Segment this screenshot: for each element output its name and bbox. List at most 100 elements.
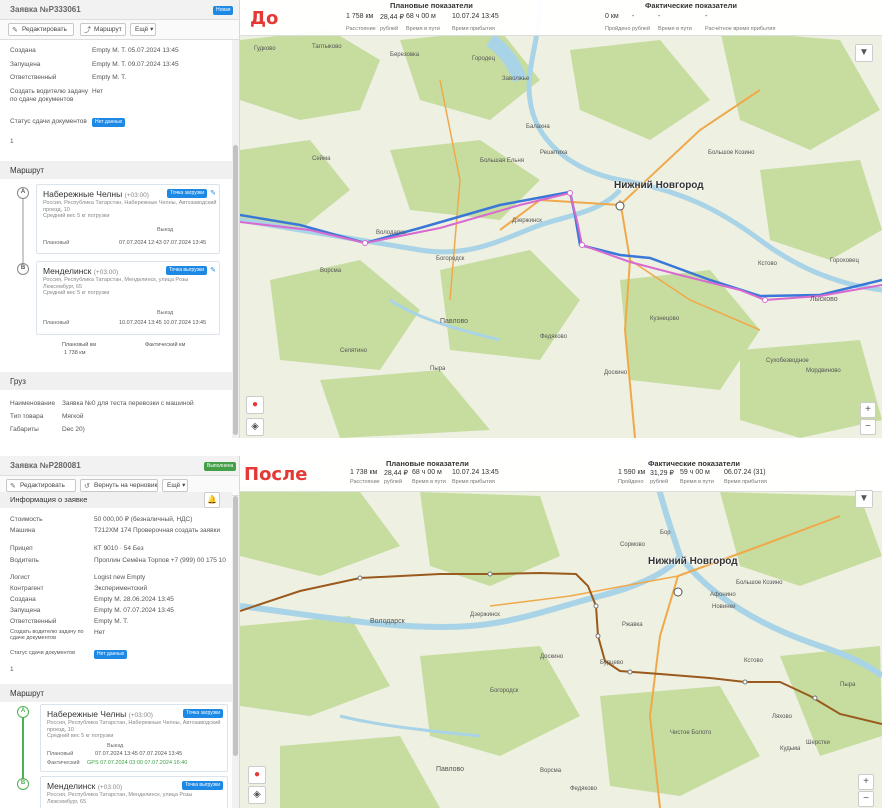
- stop-city: Набережные Челны: [43, 189, 123, 199]
- before-panel: Заявка №Р333061 Новая ✎ Редактировать ⤴ Ма…: [0, 0, 882, 438]
- cargo-section-title: Груз: [0, 372, 232, 390]
- fact-arrival-label: Время прибытия: [724, 479, 767, 485]
- edit-button[interactable]: ✎ Редактировать: [8, 23, 74, 36]
- fact-arrival: 06.07.24 (31): [724, 469, 766, 476]
- stop-city: Менделинск: [47, 781, 96, 791]
- before-sidebar: Заявка №Р333061 Новая ✎ Редактировать ⤴ Ма…: [0, 0, 240, 438]
- alert-icon[interactable]: ●: [248, 766, 266, 784]
- return-to-draft-button[interactable]: ↺ Вернуть на черновик: [80, 479, 158, 492]
- map-town-label: Сухобезводное: [766, 358, 809, 364]
- stop-address: Россия, Республика Татарстан, Набережные…: [43, 200, 217, 219]
- stop-card-b[interactable]: Менделинск (+03:00) Точка выгрузки Росси…: [40, 776, 228, 808]
- map-town-label: Федяково: [540, 334, 568, 340]
- row-label: Плановый: [47, 751, 74, 757]
- plan-stats-title: Плановые показатели: [386, 459, 469, 468]
- map-town-label: Богородск: [490, 688, 519, 694]
- stop-address: Россия, Республика Татарстан, Менделинск…: [43, 277, 189, 296]
- map-city-label: Нижний Новгород: [648, 556, 738, 567]
- stop-card-a[interactable]: Набережные Челны (+03:00) Точка загрузки…: [40, 704, 228, 772]
- map-town-label: Большая Ельня: [480, 158, 525, 164]
- edit-button[interactable]: ✎ Редактировать: [6, 479, 76, 492]
- route-rail: [22, 714, 24, 782]
- plan-distance-label: Расстояние: [350, 479, 380, 485]
- map-town-label: Дзержинск: [512, 218, 542, 224]
- map-town-label: Большое Козино: [736, 580, 783, 586]
- route-rail: [22, 196, 24, 268]
- plan-duration-label: Время в пути: [406, 26, 440, 32]
- fact-distance-label: Пройдено: [605, 26, 631, 32]
- more-button[interactable]: Ещё ▾: [130, 23, 156, 36]
- map-town-label: Доскино: [604, 370, 628, 376]
- map-town-label: Дзержинск: [470, 612, 500, 618]
- layers-icon[interactable]: ◈: [246, 418, 264, 436]
- alert-icon[interactable]: ●: [246, 396, 264, 414]
- zoom-out-button[interactable]: −: [858, 791, 874, 807]
- loading-point-badge: Точка загрузки: [167, 189, 207, 198]
- route-button[interactable]: ⤴ Маршрут: [80, 23, 126, 36]
- map-town-label: Павлово: [436, 766, 465, 773]
- fact-cost: 31,29 ₽: [650, 470, 674, 477]
- fact-stats-title: Фактические показатели: [645, 1, 737, 10]
- toolbar: ✎ Редактировать ⤴ Маршрут Ещё ▾: [0, 20, 239, 40]
- map-town-label: Сормово: [620, 542, 645, 548]
- fact-distance-label: Пройдено: [618, 479, 644, 485]
- sidebar-scrollbar[interactable]: [232, 0, 239, 438]
- map-town-label: Мордвиново: [806, 368, 841, 374]
- route-section-title: Маршрут: [0, 161, 232, 179]
- stop-card-a[interactable]: Набережные Челны (+03:00) Точка загрузки…: [36, 184, 220, 254]
- map-town-label: Гудково: [254, 46, 276, 52]
- fact-arrival: -: [705, 13, 708, 20]
- sidebar-scrollbar[interactable]: [232, 456, 239, 808]
- stop-address: Россия, Республика Татарстан, Менделинск…: [47, 792, 193, 805]
- after-label: После: [244, 464, 308, 485]
- route-section-title: Маршрут: [0, 684, 232, 702]
- col-head: Выезд: [107, 743, 124, 749]
- plan-km-head: Плановый км: [62, 342, 96, 348]
- plan-arrival: 10.07.24 13:45: [452, 13, 499, 20]
- stats-bar: Плановые показатели Фактические показате…: [240, 0, 882, 36]
- info-section-title: Информация о заявке: [0, 492, 232, 508]
- edit-stop-icon[interactable]: ✎: [210, 266, 216, 274]
- stop-card-b[interactable]: Менделинск (+03:00) Точка выгрузки ✎ Рос…: [36, 261, 220, 335]
- map-town-label: Шерстки: [806, 740, 830, 746]
- row-label: Плановый: [43, 240, 70, 246]
- fact-cost-label: рублей: [632, 26, 651, 32]
- plan-distance: 1 738 км: [350, 469, 378, 476]
- filter-icon[interactable]: ▼: [855, 44, 873, 62]
- map-city-label: Нижний Новгород: [614, 180, 704, 191]
- after-panel: Заявка №Р280081 Выполнена ✎ Редактировать…: [0, 456, 882, 808]
- map-town-label: Заволжье: [502, 76, 530, 82]
- layers-icon[interactable]: ◈: [248, 786, 266, 804]
- after-map[interactable]: Нижний Новгород Володарск Дзержинск Бого…: [240, 456, 882, 808]
- map-town-label: Большое Козино: [708, 150, 755, 156]
- map-town-label: Селятино: [340, 348, 367, 354]
- more-button[interactable]: Ещё ▾: [162, 479, 188, 492]
- before-map[interactable]: Нижний Новгород Гудково Таптыково Березо…: [240, 0, 882, 438]
- bell-icon[interactable]: 🔔: [204, 492, 220, 508]
- map-town-label: Бурцево: [600, 660, 624, 666]
- plan-km-value: 1 738 км: [64, 350, 86, 356]
- edit-stop-icon[interactable]: ✎: [210, 189, 216, 197]
- fact-duration: 59 ч 00 м: [680, 469, 710, 476]
- zoom-out-button[interactable]: −: [860, 419, 876, 435]
- zoom-in-button[interactable]: +: [858, 774, 874, 790]
- plan-duration-label: Время в пути: [412, 479, 446, 485]
- map-town-label: Городец: [472, 56, 496, 62]
- stop-b-pin: B: [17, 263, 29, 275]
- pencil-icon: ✎: [10, 483, 16, 490]
- map-town-label: Доскино: [540, 654, 564, 660]
- panel-separator: [0, 438, 882, 456]
- zoom-in-button[interactable]: +: [860, 402, 876, 418]
- filter-icon[interactable]: ▼: [855, 490, 873, 508]
- fact-stats-title: Фактические показатели: [648, 459, 740, 468]
- map-town-label: Кудьма: [780, 746, 801, 752]
- undo-icon: ↺: [84, 483, 90, 490]
- pencil-icon: ✎: [12, 27, 18, 34]
- docs-status-badge: Нет данных: [92, 118, 126, 127]
- map-town-label: Бор: [660, 530, 671, 536]
- stats-bar: Плановые показатели Фактические показате…: [240, 456, 882, 492]
- status-badge: Выполнена: [204, 462, 237, 471]
- map-town-label: Пыра: [840, 682, 856, 688]
- fact-duration-label: Время в пути: [658, 26, 692, 32]
- fact-cost-label: рублей: [650, 479, 669, 485]
